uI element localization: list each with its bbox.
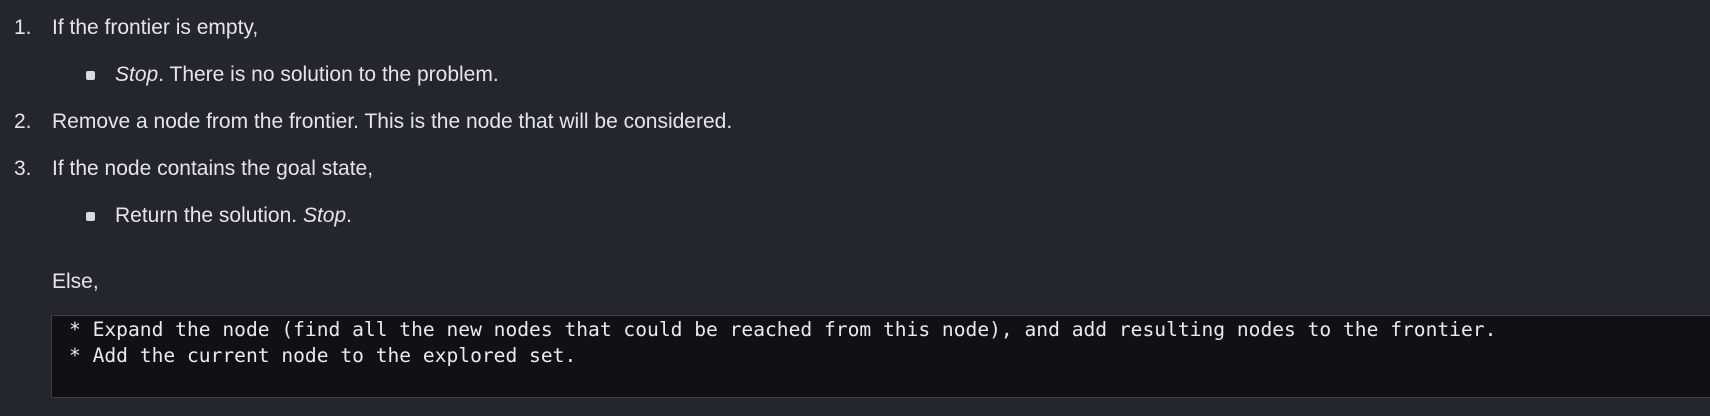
- emphasis-stop: Stop: [115, 62, 159, 86]
- list-number: 3.: [14, 156, 32, 180]
- sub-list-item-suffix: .: [346, 203, 352, 227]
- document-body: 1. If the frontier is empty, Stop. There…: [0, 0, 1710, 416]
- sub-list-item-rest: . There is no solution to the problem.: [158, 62, 499, 86]
- else-text: Else,: [52, 270, 99, 293]
- sub-list-item-lead: Return the solution.: [115, 203, 303, 227]
- code-block: * Expand the node (find all the new node…: [51, 315, 1710, 398]
- list-number: 2.: [14, 109, 32, 133]
- list-item-text: If the frontier is empty,: [52, 15, 259, 39]
- sub-list-item-text: Stop. There is no solution to the proble…: [115, 62, 499, 88]
- list-item-text: Remove a node from the frontier. This is…: [52, 109, 733, 133]
- sub-list-item-text: Return the solution. Stop.: [115, 203, 352, 229]
- list-number: 1.: [14, 15, 32, 39]
- code-line-2: * Add the current node to the explored s…: [69, 344, 577, 367]
- emphasis-stop: Stop: [302, 203, 347, 227]
- bullet-icon: [86, 71, 95, 80]
- bullet-icon: [86, 212, 95, 221]
- list-item-text: If the node contains the goal state,: [52, 156, 374, 180]
- code-line-1: * Expand the node (find all the new node…: [69, 318, 1497, 341]
